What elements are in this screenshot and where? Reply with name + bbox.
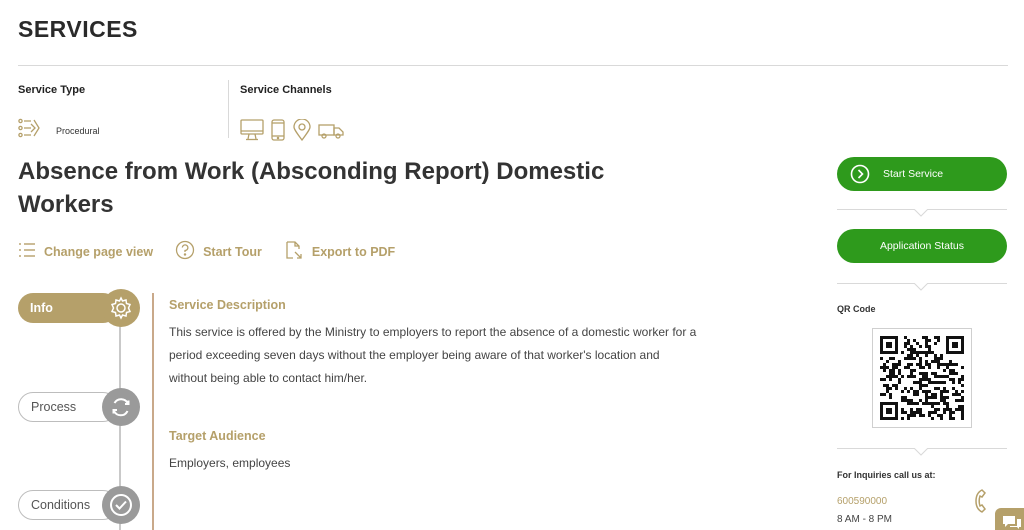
service-description-text: This service is offered by the Ministry … xyxy=(169,325,697,385)
question-circle-icon xyxy=(175,240,195,263)
caret-down-icon xyxy=(914,209,928,217)
gear-icon xyxy=(102,289,140,327)
export-to-pdf-label: Export to PDF xyxy=(311,244,396,259)
application-status-button[interactable]: Application Status xyxy=(837,229,1007,263)
page-actions: Change page view Start Tour Export to PD… xyxy=(18,240,417,263)
step-conditions[interactable]: Conditions xyxy=(18,486,140,524)
desktop-icon xyxy=(240,119,264,141)
meta-divider xyxy=(228,80,229,138)
step-process[interactable]: Process xyxy=(18,388,140,426)
inquiries-label: For Inquiries call us at: xyxy=(837,470,936,480)
service-type: Procedural xyxy=(18,118,100,143)
service-channels xyxy=(240,119,344,141)
header-divider xyxy=(18,65,1008,66)
working-hours: 8 AM - 8 PM xyxy=(837,514,893,525)
service-type-value: Procedural xyxy=(56,125,100,136)
change-page-view-button[interactable]: Change page view xyxy=(18,242,153,261)
qr-code-label: QR Code xyxy=(837,304,876,314)
start-service-button[interactable]: Start Service xyxy=(837,157,1007,191)
chat-icon xyxy=(1001,514,1023,530)
qr-code-image xyxy=(880,336,964,420)
phone-number-link[interactable]: 600590000 xyxy=(837,496,887,507)
target-audience-title: Target Audience xyxy=(169,429,266,443)
export-to-pdf-button[interactable]: Export to PDF xyxy=(284,240,395,263)
chat-button[interactable] xyxy=(995,508,1024,530)
service-type-label: Service Type xyxy=(18,84,86,96)
delivery-truck-icon xyxy=(318,119,344,141)
pdf-export-icon xyxy=(284,240,304,263)
service-description-title: Service Description xyxy=(169,298,286,312)
refresh-icon xyxy=(102,388,140,426)
caret-down-icon xyxy=(914,283,928,291)
target-audience-text: Employers, employees xyxy=(169,456,291,470)
content-divider xyxy=(152,293,154,530)
list-view-icon xyxy=(18,242,36,261)
check-circle-icon xyxy=(102,486,140,524)
application-status-label: Application Status xyxy=(879,240,965,252)
mobile-icon xyxy=(270,119,286,141)
page-title: SERVICES xyxy=(18,16,138,42)
service-title: Absence from Work (Absconding Report) Do… xyxy=(18,158,605,218)
caret-down-icon xyxy=(914,448,928,456)
location-pin-icon xyxy=(292,119,312,141)
qr-code[interactable] xyxy=(872,328,972,428)
procedural-icon xyxy=(18,118,42,143)
change-page-view-label: Change page view xyxy=(44,244,154,259)
start-tour-button[interactable]: Start Tour xyxy=(175,240,262,263)
start-service-label: Start Service xyxy=(883,168,944,180)
phone-icon xyxy=(972,488,988,519)
step-info[interactable]: Info xyxy=(18,289,140,327)
chevron-right-circle-icon xyxy=(850,164,870,184)
service-channels-label: Service Channels xyxy=(240,84,332,96)
start-tour-label: Start Tour xyxy=(203,244,262,259)
